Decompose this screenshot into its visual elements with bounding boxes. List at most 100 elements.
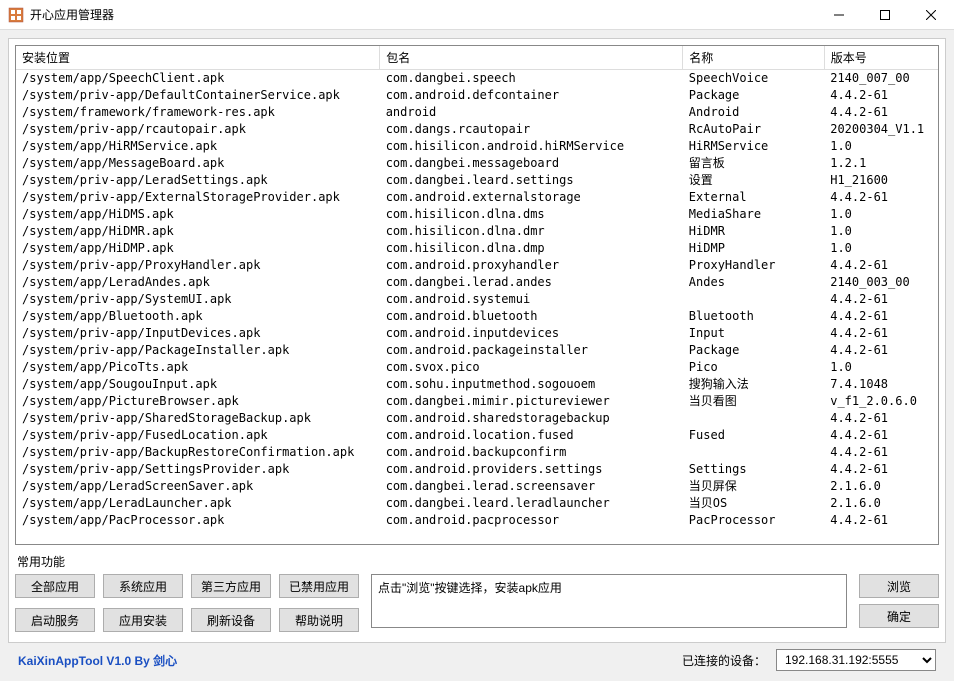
device-select[interactable]: 192.168.31.192:5555 <box>776 649 936 671</box>
table-row[interactable]: /system/priv-app/SettingsProvider.apkcom… <box>16 461 938 478</box>
table-row[interactable]: /system/app/LeradAndes.apkcom.dangbei.le… <box>16 274 938 291</box>
sys-apps-button[interactable]: 系统应用 <box>103 574 183 598</box>
third-apps-button[interactable]: 第三方应用 <box>191 574 271 598</box>
cell-ver: 7.4.1048 <box>824 376 938 393</box>
table-row[interactable]: /system/app/PicoTts.apkcom.svox.picoPico… <box>16 359 938 376</box>
refresh-device-button[interactable]: 刷新设备 <box>191 608 271 632</box>
cell-ver: 4.4.2-61 <box>824 308 938 325</box>
cell-pkg: com.hisilicon.dlna.dmp <box>380 240 683 257</box>
table-row[interactable]: /system/priv-app/PackageInstaller.apkcom… <box>16 342 938 359</box>
table-row[interactable]: /system/priv-app/DefaultContainerService… <box>16 87 938 104</box>
table-row[interactable]: /system/priv-app/ProxyHandler.apkcom.and… <box>16 257 938 274</box>
cell-path: /system/priv-app/SettingsProvider.apk <box>16 461 380 478</box>
cell-name: Package <box>683 87 824 104</box>
col-header-path[interactable]: 安装位置 <box>16 46 380 70</box>
table-row[interactable]: /system/app/HiDMP.apkcom.hisilicon.dlna.… <box>16 240 938 257</box>
table-row[interactable]: /system/priv-app/SharedStorageBackup.apk… <box>16 410 938 427</box>
table-row[interactable]: /system/app/HiDMS.apkcom.hisilicon.dlna.… <box>16 206 938 223</box>
disabled-apps-button[interactable]: 已禁用应用 <box>279 574 359 598</box>
cell-pkg: com.dangbei.mimir.pictureviewer <box>380 393 683 410</box>
ok-button[interactable]: 确定 <box>859 604 939 628</box>
table-row[interactable]: /system/priv-app/InputDevices.apkcom.and… <box>16 325 938 342</box>
cell-name: SpeechVoice <box>683 70 824 88</box>
cell-path: /system/framework/framework-res.apk <box>16 104 380 121</box>
brand-label: KaiXinAppTool V1.0 By 剑心 <box>18 652 672 669</box>
cell-name: 当贝OS <box>683 495 824 512</box>
cell-ver: 4.4.2-61 <box>824 291 938 308</box>
cell-path: /system/app/HiDMS.apk <box>16 206 380 223</box>
cell-ver: 4.4.2-61 <box>824 189 938 206</box>
browse-button[interactable]: 浏览 <box>859 574 939 598</box>
start-service-button[interactable]: 启动服务 <box>15 608 95 632</box>
col-header-name[interactable]: 名称 <box>683 46 824 70</box>
cell-name: Bluetooth <box>683 308 824 325</box>
cell-path: /system/priv-app/ProxyHandler.apk <box>16 257 380 274</box>
cell-name: 当贝屏保 <box>683 478 824 495</box>
all-apps-button[interactable]: 全部应用 <box>15 574 95 598</box>
table-row[interactable]: /system/priv-app/FusedLocation.apkcom.an… <box>16 427 938 444</box>
app-table-container: 安装位置 包名 名称 版本号 /system/app/SpeechClient.… <box>15 45 939 545</box>
cell-pkg: com.android.packageinstaller <box>380 342 683 359</box>
table-row[interactable]: /system/app/SpeechClient.apkcom.dangbei.… <box>16 70 938 88</box>
cell-name: Andes <box>683 274 824 291</box>
app-table-scroll[interactable]: 安装位置 包名 名称 版本号 /system/app/SpeechClient.… <box>16 46 938 530</box>
cell-name: HiDMR <box>683 223 824 240</box>
section-common-label: 常用功能 <box>17 553 939 570</box>
cell-ver: 2.1.6.0 <box>824 478 938 495</box>
cell-path: /system/priv-app/ExternalStorageProvider… <box>16 189 380 206</box>
table-row[interactable]: /system/priv-app/SystemUI.apkcom.android… <box>16 291 938 308</box>
app-table[interactable]: 安装位置 包名 名称 版本号 /system/app/SpeechClient.… <box>16 46 938 530</box>
table-row[interactable]: /system/app/PacProcessor.apkcom.android.… <box>16 512 938 529</box>
cell-name: 当贝看图 <box>683 393 824 410</box>
col-header-ver[interactable]: 版本号 <box>824 46 938 70</box>
cell-pkg: com.android.bluetooth <box>380 308 683 325</box>
cell-pkg: com.android.sharedstoragebackup <box>380 410 683 427</box>
table-row[interactable]: /system/app/SougouInput.apkcom.sohu.inpu… <box>16 376 938 393</box>
cell-pkg: com.android.backupconfirm <box>380 444 683 461</box>
table-row[interactable]: /system/framework/framework-res.apkandro… <box>16 104 938 121</box>
cell-name: ProxyHandler <box>683 257 824 274</box>
cell-ver: 4.4.2-61 <box>824 257 938 274</box>
table-row[interactable]: /system/priv-app/ExternalStorageProvider… <box>16 189 938 206</box>
table-row[interactable]: /system/priv-app/BackupRestoreConfirmati… <box>16 444 938 461</box>
table-row[interactable]: /system/app/MessageBoard.apkcom.dangbei.… <box>16 155 938 172</box>
cell-name: 设置 <box>683 172 824 189</box>
table-row[interactable]: /system/app/LeradLauncher.apkcom.dangbei… <box>16 495 938 512</box>
help-button[interactable]: 帮助说明 <box>279 608 359 632</box>
device-label: 已连接的设备： <box>682 652 766 669</box>
cell-ver: 2.1.6.0 <box>824 495 938 512</box>
table-row[interactable]: /system/priv-app/rcautopair.apkcom.dangs… <box>16 121 938 138</box>
cell-pkg: com.android.proxyhandler <box>380 257 683 274</box>
cell-ver: 4.4.2-61 <box>824 342 938 359</box>
minimize-button[interactable] <box>816 0 862 30</box>
table-row[interactable]: /system/priv-app/MediaProvider.apkcom.an… <box>16 529 938 530</box>
cell-name: External <box>683 189 824 206</box>
cell-ver: 4.4.2-61 <box>824 427 938 444</box>
cell-path: /system/priv-app/SharedStorageBackup.apk <box>16 410 380 427</box>
cell-pkg: com.android.externalstorage <box>380 189 683 206</box>
cell-pkg: com.svox.pico <box>380 359 683 376</box>
cell-path: /system/priv-app/InputDevices.apk <box>16 325 380 342</box>
cell-ver: H1_21600 <box>824 172 938 189</box>
cell-ver: 1.0 <box>824 223 938 240</box>
cell-pkg: com.dangbei.leard.leradlauncher <box>380 495 683 512</box>
cell-ver: 1.0 <box>824 359 938 376</box>
install-path-box[interactable]: 点击"浏览"按键选择，安装apk应用 <box>371 574 847 628</box>
table-row[interactable]: /system/app/PictureBrowser.apkcom.dangbe… <box>16 393 938 410</box>
maximize-button[interactable] <box>862 0 908 30</box>
cell-pkg: com.android.providers.settings <box>380 461 683 478</box>
table-row[interactable]: /system/priv-app/LeradSettings.apkcom.da… <box>16 172 938 189</box>
cell-ver: 4.4.2-61 <box>824 529 938 530</box>
cell-ver: 4.4.2-61 <box>824 444 938 461</box>
cell-pkg: com.android.pacprocessor <box>380 512 683 529</box>
cell-path: /system/app/HiDMR.apk <box>16 223 380 240</box>
app-install-button[interactable]: 应用安装 <box>103 608 183 632</box>
close-button[interactable] <box>908 0 954 30</box>
cell-name <box>683 444 824 461</box>
cell-ver: 2140_007_00 <box>824 70 938 88</box>
table-row[interactable]: /system/app/LeradScreenSaver.apkcom.dang… <box>16 478 938 495</box>
col-header-pkg[interactable]: 包名 <box>380 46 683 70</box>
table-row[interactable]: /system/app/Bluetooth.apkcom.android.blu… <box>16 308 938 325</box>
table-row[interactable]: /system/app/HiDMR.apkcom.hisilicon.dlna.… <box>16 223 938 240</box>
table-row[interactable]: /system/app/HiRMService.apkcom.hisilicon… <box>16 138 938 155</box>
